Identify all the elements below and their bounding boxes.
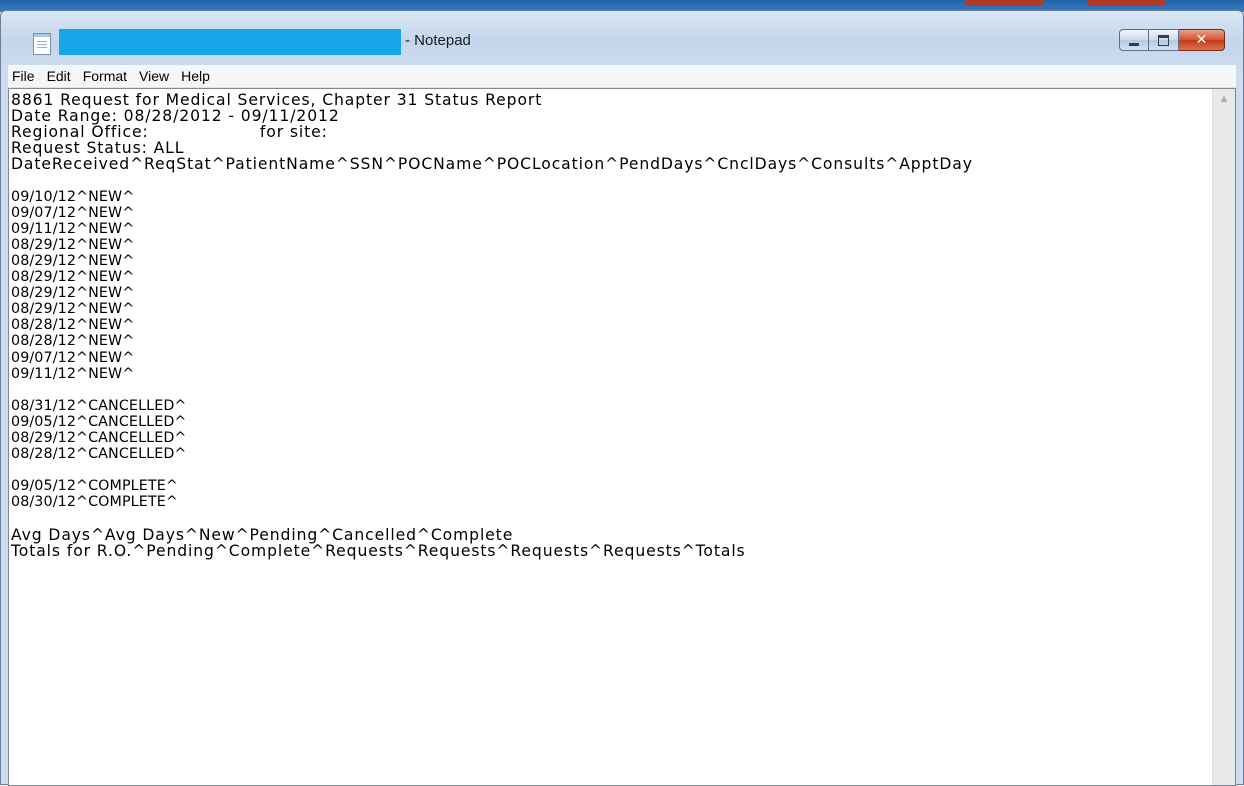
minimize-button[interactable]	[1119, 29, 1149, 51]
document-line: Request Status: ALL	[11, 139, 185, 158]
redacted-filename	[59, 29, 401, 55]
maximize-icon	[1158, 34, 1169, 46]
notepad-window: - Notepad ✕ File Edit Format View Help 8…	[0, 10, 1244, 786]
document-line: 08/28/12^NEW^	[11, 317, 135, 334]
document-line: 09/05/12^COMPLETE^	[11, 478, 178, 495]
document-line: 08/29/12^NEW^	[11, 301, 135, 318]
document-line: 08/31/12^CANCELLED^	[11, 397, 187, 414]
document-text-area[interactable]: 8861 Request for Medical Services, Chapt…	[9, 89, 1213, 785]
minimize-icon	[1129, 42, 1139, 46]
vertical-scrollbar[interactable]: ▲	[1212, 89, 1235, 785]
notepad-icon[interactable]	[33, 33, 51, 55]
menu-file[interactable]: File	[8, 65, 41, 87]
document-line: Regional Office: for site:	[11, 123, 328, 142]
document-line: 09/11/12^NEW^	[11, 220, 135, 237]
menu-format[interactable]: Format	[77, 65, 133, 87]
document-line: 09/05/12^CANCELLED^	[11, 413, 187, 430]
document-line: 08/29/12^CANCELLED^	[11, 429, 187, 446]
menu-view[interactable]: View	[133, 65, 175, 87]
document-line: 09/07/12^NEW^	[11, 349, 135, 366]
title-bar[interactable]: - Notepad ✕	[1, 11, 1243, 64]
document-line: 08/29/12^NEW^	[11, 285, 135, 302]
document-line: Date Range: 08/28/2012 - 09/11/2012	[11, 107, 340, 126]
document-line: 08/29/12^NEW^	[11, 252, 135, 269]
caption-buttons: ✕	[1119, 29, 1225, 51]
document-line: 09/07/12^NEW^	[11, 204, 135, 221]
document-line: 08/30/12^COMPLETE^	[11, 494, 178, 511]
scroll-up-arrow-icon[interactable]: ▲	[1213, 89, 1235, 109]
document-line: 09/11/12^NEW^	[11, 365, 135, 382]
menu-bar: File Edit Format View Help	[8, 65, 1236, 88]
document-line: Totals for R.O.^Pending^Complete^Request…	[11, 541, 746, 560]
menu-edit[interactable]: Edit	[41, 65, 77, 87]
document-line: 8861 Request for Medical Services, Chapt…	[11, 91, 543, 109]
text-editor[interactable]: 8861 Request for Medical Services, Chapt…	[8, 88, 1236, 786]
close-icon: ✕	[1195, 32, 1208, 48]
desktop-window-fragment	[1088, 0, 1166, 6]
document-line: 08/29/12^NEW^	[11, 236, 135, 253]
document-line: DateReceived^ReqStat^PatientName^SSN^POC…	[11, 155, 973, 174]
window-title: - Notepad	[405, 32, 471, 49]
document-line: Avg Days^Avg Days^New^Pending^Cancelled^…	[11, 525, 514, 544]
document-line: 08/28/12^NEW^	[11, 333, 135, 350]
document-line: 08/29/12^NEW^	[11, 269, 135, 286]
document-line: 09/10/12^NEW^	[11, 188, 135, 205]
document-line: 08/28/12^CANCELLED^	[11, 446, 187, 463]
close-button[interactable]: ✕	[1179, 29, 1225, 51]
menu-help[interactable]: Help	[175, 65, 216, 87]
desktop-window-fragment	[965, 0, 1043, 6]
maximize-button[interactable]	[1149, 29, 1179, 51]
